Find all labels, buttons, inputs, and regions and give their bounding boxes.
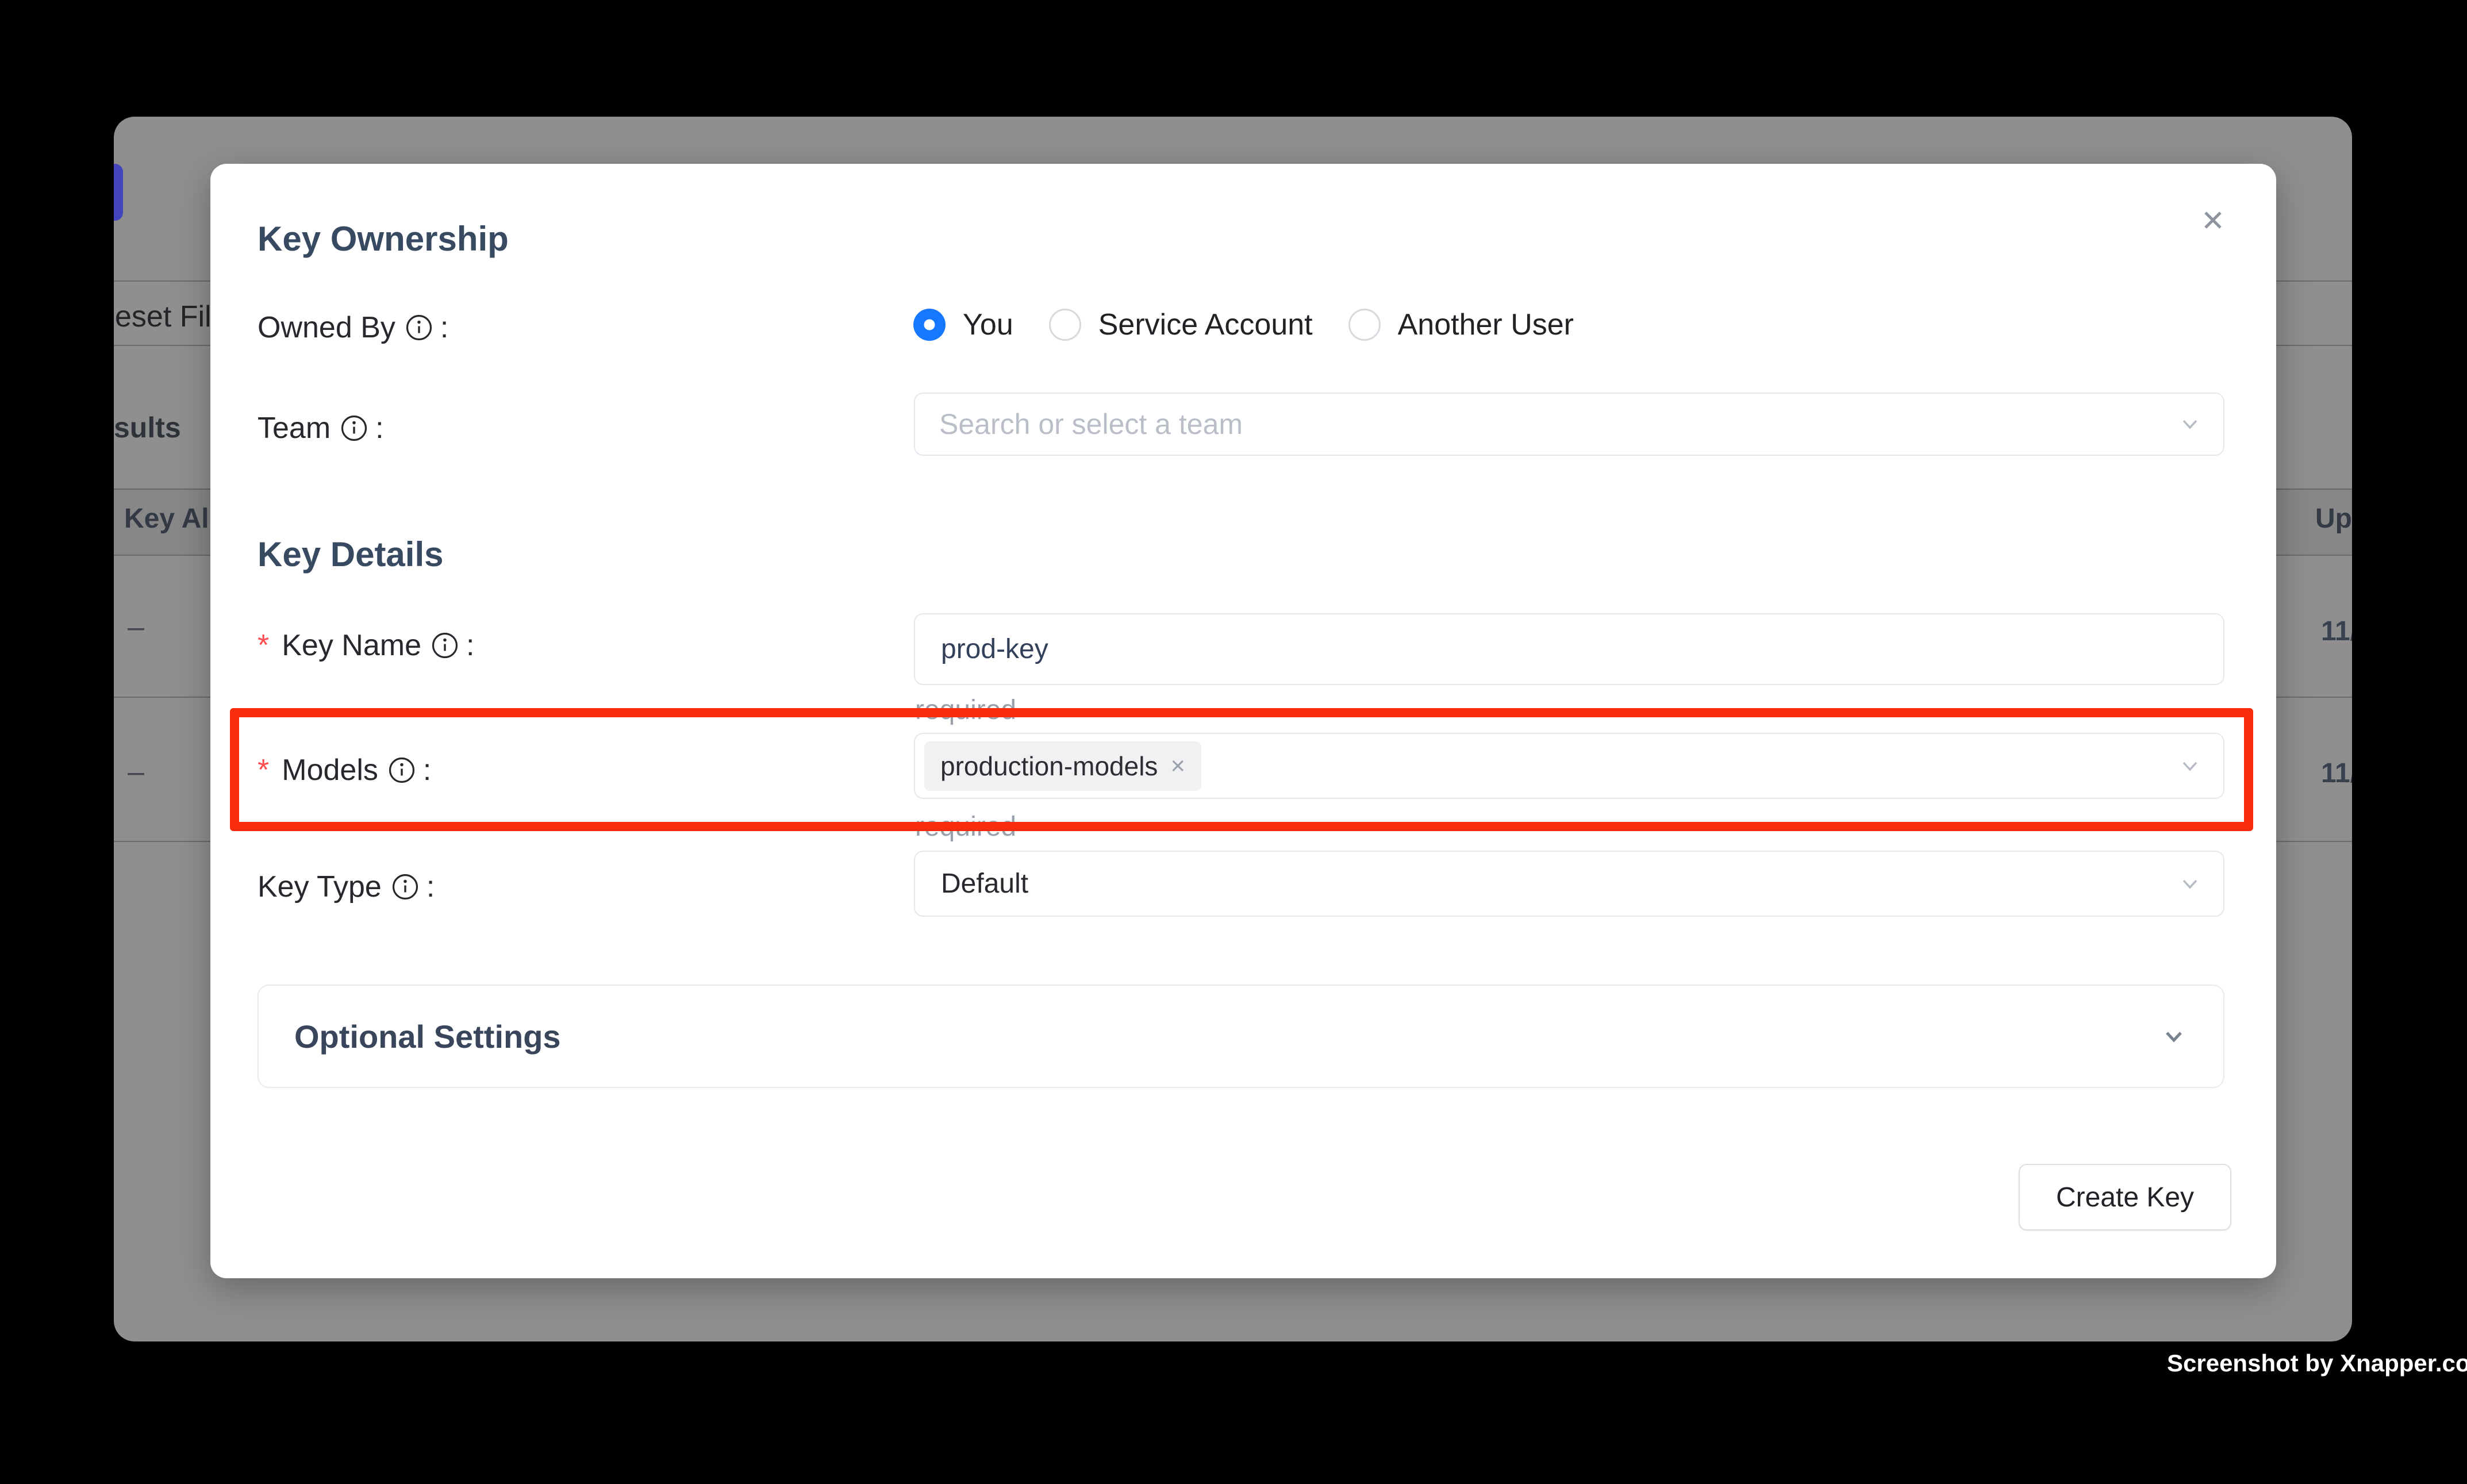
key-name-label-text: Key Name	[282, 628, 421, 663]
watermark-text: Screenshot by Xnapper.com	[2167, 1350, 2467, 1377]
info-icon	[391, 872, 420, 901]
label-colon: :	[423, 753, 431, 787]
chevron-down-icon	[2177, 871, 2203, 897]
models-label: * Models :	[258, 753, 431, 787]
optional-settings-label: Optional Settings	[294, 1018, 561, 1055]
team-select[interactable]: Search or select a team	[914, 393, 2224, 456]
radio-option-label: Another User	[1398, 307, 1574, 342]
chevron-down-icon	[2177, 412, 2203, 437]
background-create-key-button-fragment	[114, 164, 123, 221]
table-row: 11/	[2321, 616, 2352, 647]
background-reset-filters-fragment: eset Filt	[115, 299, 220, 334]
label-colon: :	[466, 628, 474, 663]
team-select-placeholder: Search or select a team	[915, 407, 1243, 441]
modal-title: Key Ownership	[258, 219, 509, 259]
models-validation-hint: required	[915, 811, 1016, 843]
team-label: Team :	[258, 411, 384, 445]
key-type-label-text: Key Type	[258, 870, 382, 904]
selected-model-tag-label: production-models	[940, 751, 1158, 782]
table-row: –	[128, 610, 144, 644]
selected-model-tag: production-models ×	[924, 741, 1201, 791]
key-type-value: Default	[915, 868, 1028, 899]
radio-option-label: You	[963, 307, 1013, 342]
label-colon: :	[440, 310, 448, 345]
radio-unselected-icon[interactable]	[1348, 309, 1381, 341]
key-name-input[interactable]: prod-key	[914, 613, 2224, 685]
key-type-select[interactable]: Default	[914, 851, 2224, 917]
label-colon: :	[375, 411, 383, 445]
required-asterisk: *	[258, 628, 269, 663]
info-icon	[340, 414, 368, 443]
key-name-validation-hint: required	[915, 694, 1016, 726]
chevron-down-icon	[2177, 753, 2203, 779]
required-asterisk: *	[258, 753, 269, 787]
close-button[interactable]	[2192, 199, 2234, 241]
models-multiselect[interactable]: production-models ×	[914, 733, 2224, 799]
models-label-text: Models	[282, 753, 378, 787]
key-details-heading: Key Details	[258, 535, 444, 574]
owned-by-radio-group: You Service Account Another User	[913, 307, 1574, 342]
close-icon	[2198, 205, 2228, 235]
owned-by-label-text: Owned By	[258, 310, 395, 345]
radio-option-service-account[interactable]: Service Account	[1049, 307, 1313, 342]
owned-by-label: Owned By :	[258, 310, 448, 345]
team-label-text: Team	[258, 411, 331, 445]
create-key-modal: Key Ownership Owned By : You Service Acc…	[210, 164, 2276, 1278]
chevron-down-icon	[2160, 1022, 2188, 1050]
radio-option-you[interactable]: You	[913, 307, 1013, 342]
optional-settings-toggle[interactable]: Optional Settings	[258, 985, 2224, 1088]
remove-tag-icon[interactable]: ×	[1170, 752, 1185, 781]
radio-selected-icon[interactable]	[913, 309, 946, 341]
key-name-value: prod-key	[915, 633, 1048, 665]
info-icon	[431, 631, 459, 660]
key-name-label: * Key Name :	[258, 628, 474, 663]
label-colon: :	[426, 870, 435, 904]
radio-option-another-user[interactable]: Another User	[1348, 307, 1574, 342]
create-key-button[interactable]: Create Key	[2019, 1164, 2231, 1231]
info-icon	[405, 313, 433, 342]
table-row: –	[128, 755, 144, 789]
background-results-count-fragment: sults	[114, 411, 181, 444]
radio-option-label: Service Account	[1098, 307, 1313, 342]
table-row: 11/	[2321, 758, 2352, 789]
column-header-updated: Up	[2315, 503, 2352, 535]
info-icon	[387, 756, 416, 785]
key-type-label: Key Type :	[258, 870, 435, 904]
radio-unselected-icon[interactable]	[1049, 309, 1081, 341]
